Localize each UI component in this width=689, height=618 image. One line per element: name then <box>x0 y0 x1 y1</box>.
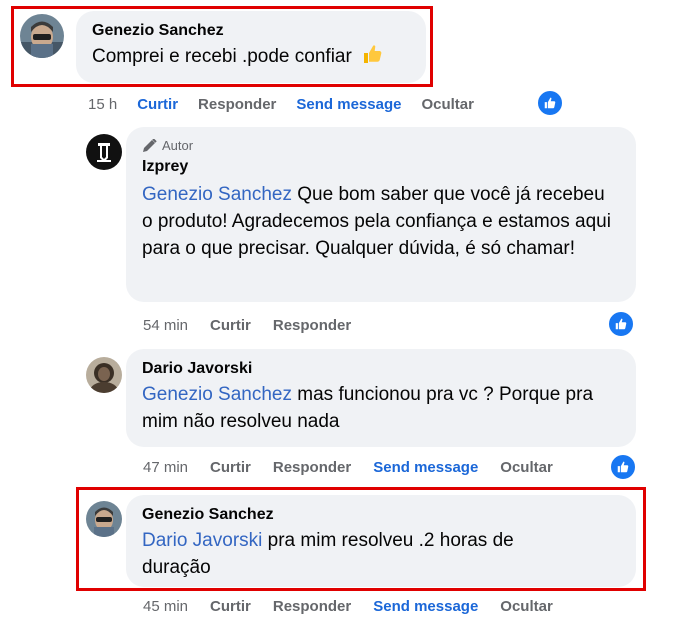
hide-button[interactable]: Ocultar <box>500 459 553 476</box>
avatar-photo <box>86 357 122 393</box>
comment-actions: 45 min Curtir Responder Send message Ocu… <box>143 594 553 618</box>
avatar-dario[interactable] <box>86 357 122 393</box>
comment-author[interactable]: Dario Javorski <box>142 359 620 379</box>
comment-actions: 47 min Curtir Responder Send message Ocu… <box>143 455 553 479</box>
reply-button[interactable]: Responder <box>273 317 351 334</box>
comment-actions: 15 h Curtir Responder Send message Ocult… <box>88 92 474 116</box>
hide-button[interactable]: Ocultar <box>500 598 553 615</box>
like-button[interactable]: Curtir <box>210 317 251 334</box>
reply-button[interactable]: Responder <box>198 96 276 113</box>
like-button[interactable]: Curtir <box>210 459 251 476</box>
comment-time[interactable]: 47 min <box>143 459 188 476</box>
author-badge: Autor <box>142 137 620 155</box>
comment-text: Genezio Sanchez mas funcionou pra vc ? P… <box>142 381 620 435</box>
comment-author[interactable]: Izprey <box>142 157 620 177</box>
send-message-button[interactable]: Send message <box>373 459 478 476</box>
pen-icon <box>143 139 157 152</box>
reply-button[interactable]: Responder <box>273 459 351 476</box>
mention-link[interactable]: Genezio Sanchez <box>142 384 292 405</box>
send-message-button[interactable]: Send message <box>373 598 478 615</box>
reply-button[interactable]: Responder <box>273 598 351 615</box>
hide-button[interactable]: Ocultar <box>421 96 474 113</box>
comment-time[interactable]: 54 min <box>143 317 188 334</box>
highlight-box <box>76 487 646 591</box>
like-button[interactable]: Curtir <box>137 96 178 113</box>
like-button[interactable]: Curtir <box>210 598 251 615</box>
highlight-box <box>11 6 433 87</box>
comment-bubble: Autor Izprey Genezio Sanchez Que bom sab… <box>126 127 636 302</box>
comment-bubble: Dario Javorski Genezio Sanchez mas funci… <box>126 349 636 447</box>
comment-time[interactable]: 15 h <box>88 96 117 113</box>
like-reaction-icon[interactable] <box>536 89 564 117</box>
avatar-izprey[interactable] <box>86 134 122 170</box>
comment-text: Genezio Sanchez Que bom saber que você j… <box>142 181 620 262</box>
send-message-button[interactable]: Send message <box>296 96 401 113</box>
izprey-logo-icon <box>86 134 122 170</box>
comment-actions: 54 min Curtir Responder <box>143 313 351 337</box>
mention-link[interactable]: Genezio Sanchez <box>142 184 292 205</box>
like-reaction-icon[interactable] <box>609 453 637 481</box>
like-reaction-icon[interactable] <box>607 310 635 338</box>
author-badge-label: Autor <box>162 138 194 153</box>
comment-time[interactable]: 45 min <box>143 598 188 615</box>
